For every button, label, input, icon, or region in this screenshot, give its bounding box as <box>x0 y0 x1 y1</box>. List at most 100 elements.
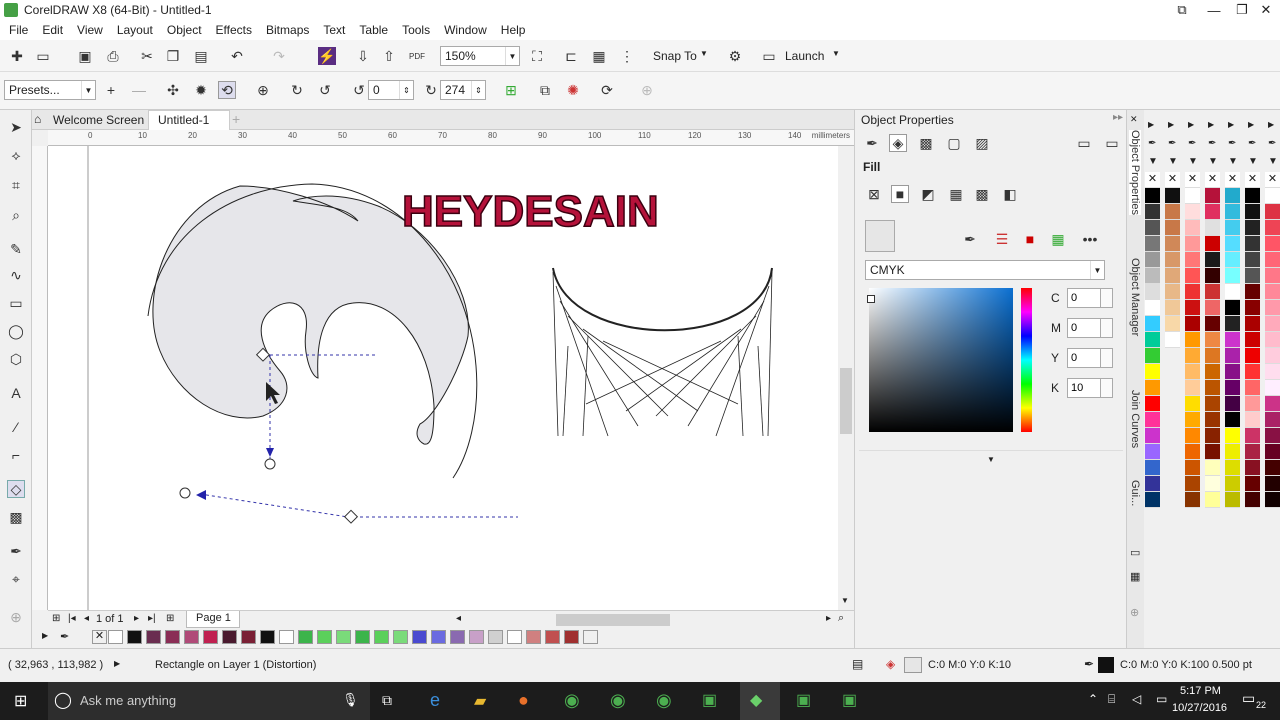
color-swatch[interactable] <box>1165 332 1180 348</box>
color-swatch[interactable] <box>108 630 123 644</box>
color-swatch[interactable] <box>1265 396 1280 412</box>
interactive-fill-icon[interactable]: ⌖ <box>7 570 25 588</box>
c-input[interactable] <box>1067 288 1101 308</box>
palette-arrow-icon[interactable]: ▶ <box>42 631 48 640</box>
color-swatch[interactable] <box>1245 380 1260 396</box>
color-swatch[interactable] <box>1245 332 1260 348</box>
windows-start-icon[interactable]: ⊞ <box>14 691 27 711</box>
m-input[interactable] <box>1067 318 1101 338</box>
color-swatch[interactable] <box>1185 220 1200 236</box>
tab-welcome-screen[interactable]: Welcome Screen <box>53 113 144 127</box>
color-swatch[interactable] <box>507 630 522 644</box>
color-sliders-icon[interactable]: ☰ <box>993 230 1011 248</box>
first-page-icon[interactable]: |◂ <box>68 613 76 624</box>
color-swatch[interactable] <box>1145 428 1160 444</box>
palette-menu-icon[interactable]: ▼ <box>1188 156 1198 167</box>
color-swatch[interactable] <box>1245 460 1260 476</box>
color-swatch[interactable] <box>564 630 579 644</box>
color-swatch[interactable] <box>1205 332 1220 348</box>
color-swatch[interactable] <box>1185 444 1200 460</box>
network-icon[interactable]: ⌸ <box>1108 692 1115 707</box>
spinner-icon[interactable] <box>1101 348 1113 368</box>
color-swatch[interactable] <box>1245 444 1260 460</box>
print-icon[interactable]: ⎙ <box>104 47 122 65</box>
fountain-fill-icon[interactable]: ◩ <box>919 185 937 203</box>
color-swatch[interactable] <box>1225 332 1240 348</box>
color-swatch[interactable] <box>1265 380 1280 396</box>
distort-tool-icon[interactable]: ◇ <box>7 480 25 498</box>
remove-preset-icon[interactable]: — <box>130 81 148 99</box>
notifications-icon[interactable]: ▭ <box>1242 690 1255 707</box>
color-swatch[interactable] <box>1205 428 1220 444</box>
color-swatch[interactable] <box>1265 348 1280 364</box>
import-icon[interactable]: ⇩ <box>354 47 372 65</box>
color-swatch[interactable] <box>1145 300 1160 316</box>
color-swatch[interactable] <box>1185 348 1200 364</box>
color-swatch[interactable] <box>1165 316 1180 332</box>
color-swatch[interactable] <box>1145 252 1160 268</box>
restore-icon[interactable]: ⧉ <box>1168 0 1196 20</box>
color-swatch[interactable] <box>1165 220 1180 236</box>
color-swatch[interactable] <box>1205 236 1220 252</box>
distort-start-handle[interactable] <box>179 487 191 499</box>
artistic-media-icon[interactable]: ∿ <box>7 266 25 284</box>
shape-icon[interactable]: ⟳ <box>598 81 616 99</box>
color-swatch[interactable] <box>279 630 294 644</box>
distort-amplitude-handle[interactable] <box>343 509 359 524</box>
add-page-icon[interactable]: ⊞ <box>52 613 60 624</box>
color-swatch[interactable] <box>1205 364 1220 380</box>
color-swatch[interactable] <box>1245 476 1260 492</box>
palette-scroll-up-icon[interactable]: ▶ <box>1168 120 1174 129</box>
menu-edit[interactable]: Edit <box>37 23 72 37</box>
texture-fill-icon[interactable]: ◧ <box>1001 185 1019 203</box>
docker-icon[interactable]: ▭ <box>1130 546 1140 559</box>
input-method-icon[interactable]: ▭ <box>1156 692 1167 706</box>
color-swatch[interactable] <box>1145 444 1160 460</box>
color-swatch[interactable] <box>1205 476 1220 492</box>
color-swatch[interactable] <box>1185 460 1200 476</box>
color-model-select[interactable]: CMYK ▼ <box>865 260 1105 280</box>
add-icon[interactable]: ⊕ <box>638 81 656 99</box>
color-swatch[interactable] <box>1245 348 1260 364</box>
color-swatch[interactable] <box>1165 300 1180 316</box>
ellipse-tool-icon[interactable]: ◯ <box>7 322 25 340</box>
snap-to-button[interactable]: Snap To <box>653 49 697 63</box>
color-swatch[interactable] <box>1265 220 1280 236</box>
palette-scroll-up-icon[interactable]: ▶ <box>1248 120 1254 129</box>
color-picker-field[interactable] <box>869 288 1013 432</box>
color-swatch[interactable] <box>336 630 351 644</box>
eyedropper-icon[interactable]: ✒ <box>1148 138 1156 149</box>
color-swatch[interactable] <box>1145 460 1160 476</box>
color-swatch[interactable] <box>355 630 370 644</box>
palette-scroll-up-icon[interactable]: ▶ <box>1228 120 1234 129</box>
additional-degrees-input[interactable]: 274 ⇕ <box>440 80 486 100</box>
color-swatch[interactable] <box>526 630 541 644</box>
color-swatch[interactable] <box>1225 284 1240 300</box>
color-swatch[interactable] <box>1165 236 1180 252</box>
add-tab-icon[interactable]: + <box>232 111 240 127</box>
string-art[interactable] <box>552 267 773 437</box>
polygon-tool-icon[interactable]: ⬡ <box>7 350 25 368</box>
color-swatch[interactable] <box>1245 492 1260 508</box>
color-swatch[interactable] <box>1265 460 1280 476</box>
outline-pen-icon[interactable]: ✒ <box>863 134 881 152</box>
cut-icon[interactable]: ✂ <box>138 47 156 65</box>
color-swatch[interactable] <box>488 630 503 644</box>
color-swatch[interactable] <box>1225 492 1240 508</box>
color-swatch[interactable] <box>583 630 598 644</box>
menu-effects[interactable]: Effects <box>211 23 261 37</box>
color-swatch[interactable] <box>1145 332 1160 348</box>
menu-file[interactable]: File <box>4 23 37 37</box>
tab-page-1[interactable]: Page 1 <box>186 611 240 628</box>
color-swatch[interactable] <box>1225 252 1240 268</box>
status-arrow-icon[interactable]: ▶ <box>114 659 120 668</box>
more-options-icon[interactable]: ••• <box>1081 230 1099 248</box>
palette-scroll-up-icon[interactable]: ▶ <box>1268 120 1274 129</box>
uniform-fill-icon[interactable]: ■ <box>891 185 909 203</box>
palette-menu-icon[interactable]: ▼ <box>1228 156 1238 167</box>
color-swatch[interactable] <box>1245 236 1260 252</box>
connector-tool-icon[interactable]: ⌐ <box>7 446 25 464</box>
copy-distortion-icon[interactable]: ⊞ <box>502 81 520 99</box>
color-swatch[interactable] <box>545 630 560 644</box>
spinner-icon[interactable] <box>1101 288 1113 308</box>
